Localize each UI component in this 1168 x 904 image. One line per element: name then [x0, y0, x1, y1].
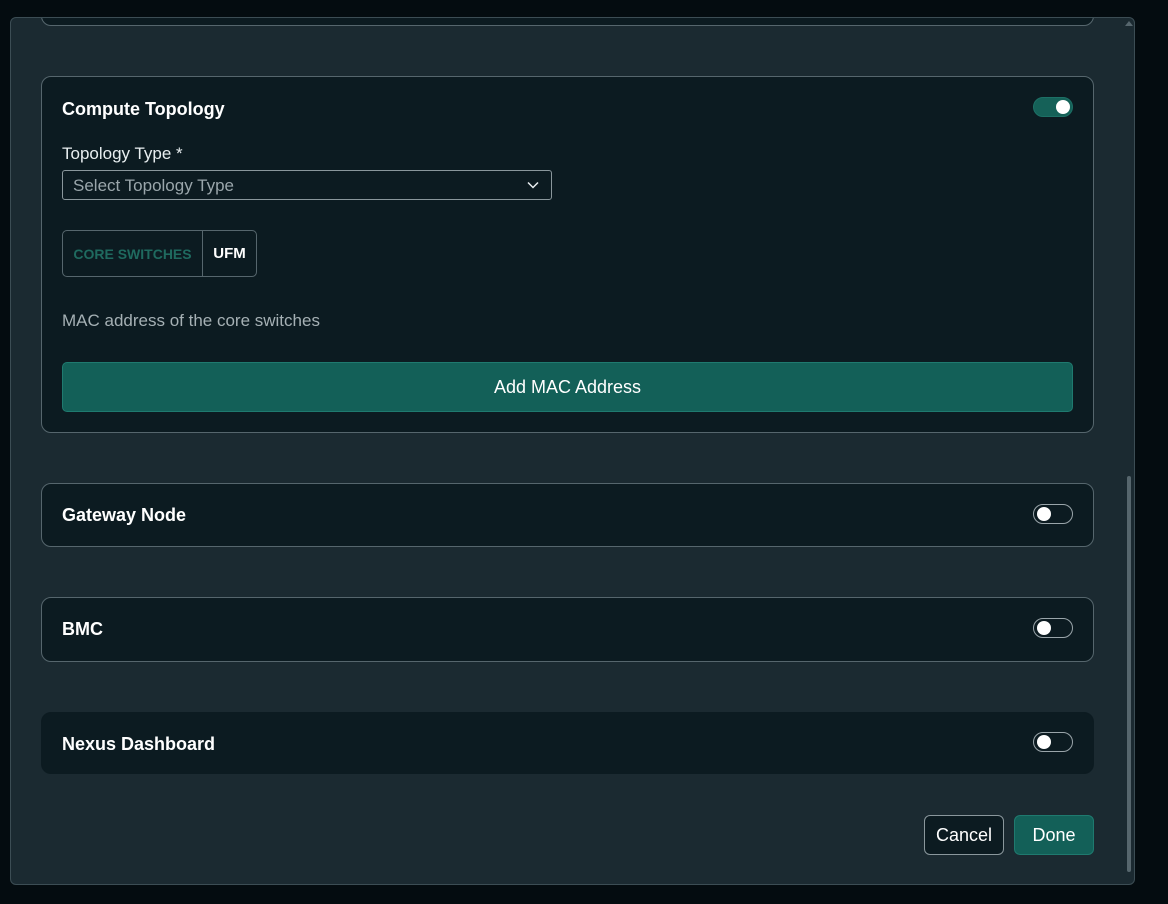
- topology-segmented-control: CORE SWITCHES UFM: [62, 230, 257, 277]
- bmc-card: BMC: [41, 597, 1094, 662]
- toggle-knob: [1037, 507, 1051, 521]
- toggle-knob: [1037, 735, 1051, 749]
- compute-topology-toggle[interactable]: [1033, 97, 1073, 117]
- mac-address-help-text: MAC address of the core switches: [62, 311, 320, 330]
- topology-type-placeholder: Select Topology Type: [73, 176, 234, 195]
- cancel-button[interactable]: Cancel: [924, 815, 1004, 855]
- chevron-down-icon: [527, 181, 539, 189]
- topology-type-select[interactable]: Select Topology Type: [62, 170, 552, 200]
- bmc-toggle[interactable]: [1033, 618, 1073, 638]
- add-mac-address-button[interactable]: Add MAC Address: [62, 362, 1073, 412]
- scrollbar-thumb[interactable]: [1127, 476, 1131, 872]
- previous-card: [41, 18, 1094, 26]
- compute-topology-card: Compute Topology Topology Type * Select …: [41, 76, 1094, 433]
- done-button[interactable]: Done: [1014, 815, 1094, 855]
- gateway-node-title: Gateway Node: [62, 505, 187, 525]
- segment-core-switches[interactable]: CORE SWITCHES: [63, 231, 203, 276]
- gateway-node-card: Gateway Node: [41, 483, 1094, 547]
- toggle-knob: [1056, 100, 1070, 114]
- settings-modal: Compute Topology Topology Type * Select …: [10, 17, 1135, 885]
- nexus-dashboard-card: Nexus Dashboard: [41, 712, 1094, 774]
- toggle-knob: [1037, 621, 1051, 635]
- gateway-node-toggle[interactable]: [1033, 504, 1073, 524]
- nexus-dashboard-title: Nexus Dashboard: [62, 734, 216, 754]
- nexus-dashboard-toggle[interactable]: [1033, 732, 1073, 752]
- scroll-up-arrow[interactable]: [1125, 21, 1133, 26]
- compute-topology-title: Compute Topology: [62, 99, 225, 119]
- bmc-title: BMC: [62, 619, 103, 639]
- segment-ufm[interactable]: UFM: [203, 231, 256, 276]
- topology-type-label: Topology Type *: [62, 144, 183, 163]
